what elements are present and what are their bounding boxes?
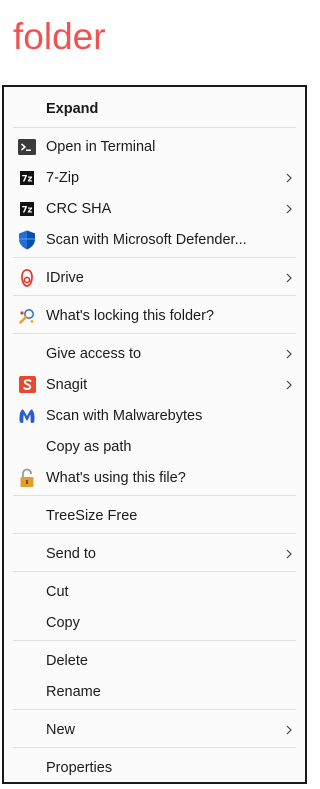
menu-item-whats-using[interactable]: What's using this file? xyxy=(4,462,305,493)
context-menu: Expand Open in Terminal 7z 7-Zip 7z CRC … xyxy=(2,85,307,784)
snagit-icon xyxy=(18,376,36,394)
menu-item-label: Properties xyxy=(46,759,113,776)
menu-item-label: TreeSize Free xyxy=(46,507,138,524)
menu-item-delete[interactable]: Delete xyxy=(4,645,305,676)
chevron-right-icon xyxy=(286,380,292,389)
menu-item-crc-sha[interactable]: 7z CRC SHA xyxy=(4,193,305,224)
menu-item-label: Scan with Microsoft Defender... xyxy=(46,231,247,248)
menu-item-idrive[interactable]: IDrive xyxy=(4,262,305,293)
menu-item-snagit[interactable]: Snagit xyxy=(4,369,305,400)
menu-item-label: What's using this file? xyxy=(46,469,186,486)
defender-shield-icon xyxy=(18,230,36,249)
chevron-right-icon xyxy=(286,725,292,734)
menu-item-copy[interactable]: Copy xyxy=(4,607,305,638)
menu-item-treesize-free[interactable]: TreeSize Free xyxy=(4,500,305,531)
menu-item-copy-as-path[interactable]: Copy as path xyxy=(4,431,305,462)
menu-item-send-to[interactable]: Send to xyxy=(4,538,305,569)
locking-search-icon xyxy=(18,307,36,325)
menu-item-label: Cut xyxy=(46,583,69,600)
menu-item-open-in-terminal[interactable]: Open in Terminal xyxy=(4,131,305,162)
terminal-icon xyxy=(18,138,36,156)
menu-item-scan-malwarebytes[interactable]: Scan with Malwarebytes xyxy=(4,400,305,431)
menu-item-give-access[interactable]: Give access to xyxy=(4,338,305,369)
idrive-icon xyxy=(18,268,36,287)
svg-text:7z: 7z xyxy=(22,174,33,184)
chevron-right-icon xyxy=(286,273,292,282)
menu-separator xyxy=(13,295,296,296)
menu-item-label: What's locking this folder? xyxy=(46,307,214,324)
chevron-right-icon xyxy=(286,204,292,213)
menu-item-label: IDrive xyxy=(46,269,84,286)
menu-separator xyxy=(13,127,296,128)
menu-separator xyxy=(13,709,296,710)
padlock-icon xyxy=(18,468,36,487)
menu-separator xyxy=(13,571,296,572)
menu-separator xyxy=(13,257,296,258)
menu-item-label: Copy as path xyxy=(46,438,132,455)
menu-item-label: Delete xyxy=(46,652,88,669)
menu-item-label: 7-Zip xyxy=(46,169,80,186)
menu-item-label: Expand xyxy=(46,100,99,117)
chevron-right-icon xyxy=(286,549,292,558)
menu-item-label: Copy xyxy=(46,614,80,631)
menu-item-cut[interactable]: Cut xyxy=(4,576,305,607)
svg-text:7z: 7z xyxy=(22,205,33,215)
menu-separator xyxy=(13,533,296,534)
menu-item-label: Open in Terminal xyxy=(46,138,156,155)
menu-item-7zip[interactable]: 7z 7-Zip xyxy=(4,162,305,193)
menu-item-label: Scan with Malwarebytes xyxy=(46,407,203,424)
menu-separator xyxy=(13,640,296,641)
7zip-icon: 7z xyxy=(18,200,36,218)
menu-item-expand[interactable]: Expand xyxy=(4,93,305,124)
menu-item-label: Give access to xyxy=(46,345,142,362)
page-heading: folder xyxy=(13,16,106,57)
menu-item-label: Rename xyxy=(46,683,101,700)
malwarebytes-icon xyxy=(18,407,36,425)
menu-item-rename[interactable]: Rename xyxy=(4,676,305,707)
menu-item-properties[interactable]: Properties xyxy=(4,752,305,783)
menu-item-new[interactable]: New xyxy=(4,714,305,745)
menu-item-label: New xyxy=(46,721,76,738)
menu-separator xyxy=(13,495,296,496)
menu-item-label: Send to xyxy=(46,545,96,562)
chevron-right-icon xyxy=(286,349,292,358)
menu-item-label: CRC SHA xyxy=(46,200,112,217)
menu-item-scan-defender[interactable]: Scan with Microsoft Defender... xyxy=(4,224,305,255)
menu-item-label: Snagit xyxy=(46,376,88,393)
7zip-icon: 7z xyxy=(18,169,36,187)
menu-separator xyxy=(13,747,296,748)
menu-item-whats-locking[interactable]: What's locking this folder? xyxy=(4,300,305,331)
chevron-right-icon xyxy=(286,173,292,182)
menu-separator xyxy=(13,333,296,334)
